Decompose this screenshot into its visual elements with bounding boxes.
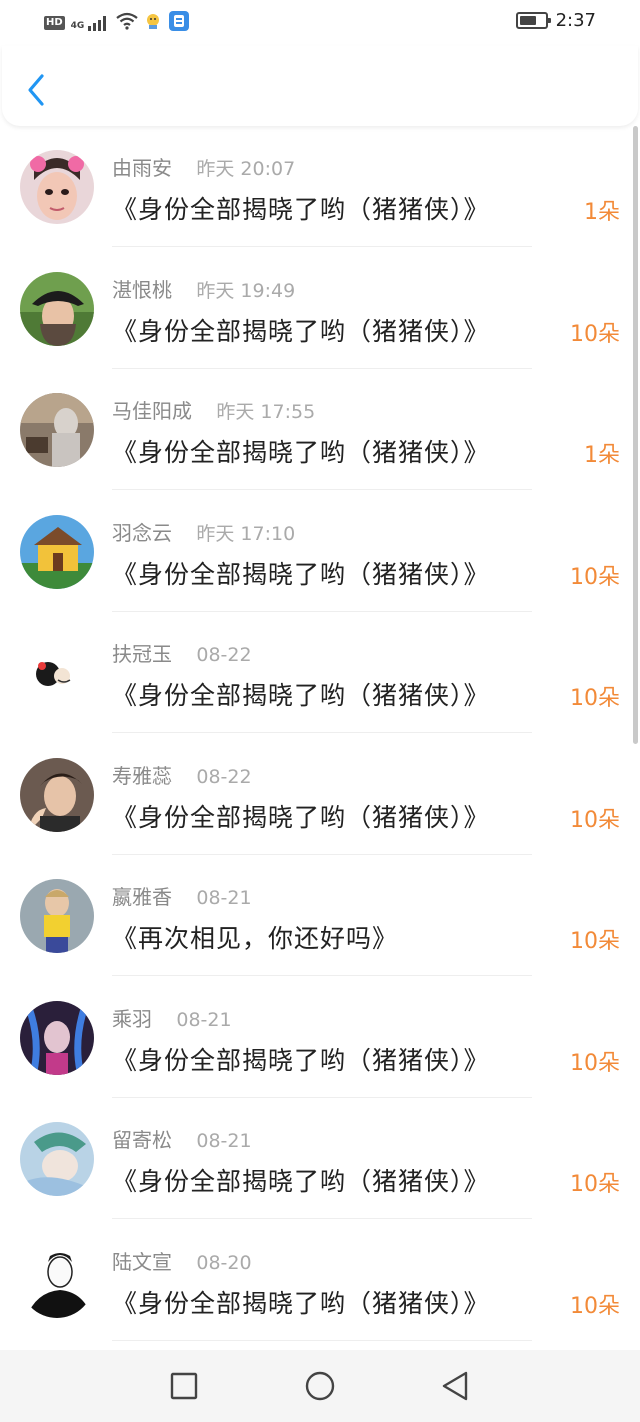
gift-amount: 10朵: [570, 807, 620, 833]
sender-name: 湛恨桃 昨天 19:49: [112, 274, 295, 303]
system-nav-bar: [0, 1350, 640, 1422]
gift-amount: 10朵: [570, 1172, 620, 1197]
send-time: 08-21: [196, 1130, 252, 1152]
avatar: [20, 514, 94, 589]
avatar: [20, 150, 94, 224]
send-time: 08-21: [176, 1008, 232, 1031]
sender-name-text: 湛恨桃: [112, 277, 172, 302]
list-item[interactable]: 马佳阳成 昨天 17:55 《身份全部揭晓了哟（猪猪侠）》 1朵: [0, 369, 640, 491]
sender-name-text: 扶冠玉: [112, 642, 172, 666]
sender-name-text: 寿雅蕊: [112, 763, 172, 788]
gift-amount: 1朵: [584, 200, 620, 225]
send-time: 昨天 17:55: [216, 401, 316, 423]
recent-apps-button[interactable]: [168, 1370, 200, 1402]
system-back-button[interactable]: [440, 1370, 472, 1402]
chevron-left-icon: [28, 74, 44, 106]
avatar: [20, 636, 94, 710]
list-item[interactable]: 寿雅蕊 08-22 《身份全部揭晓了哟（猪猪侠）》 10朵: [0, 734, 640, 856]
work-title: 《再次相见，你还好吗》: [112, 924, 399, 953]
work-title: 《身份全部揭晓了哟（猪猪侠）》: [112, 681, 490, 710]
status-icons-right: 2:37: [515, 10, 596, 31]
avatar: [20, 393, 94, 467]
work-title: 《身份全部揭晓了哟（猪猪侠）》: [112, 802, 490, 832]
header-bar: [2, 46, 638, 126]
list-item[interactable]: 留寄松 08-21 《身份全部揭晓了哟（猪猪侠）》 10朵: [0, 1098, 640, 1220]
sender-name: 扶冠玉 08-22: [112, 638, 252, 667]
divider: [112, 1339, 532, 1341]
status-icons-left: HD 4G: [44, 10, 190, 36]
gift-amount: 10朵: [570, 929, 620, 954]
sender-name-text: 陆文宣: [112, 1249, 172, 1274]
sender-name-text: 留寄松: [112, 1128, 172, 1152]
sender-name: 由雨安 昨天 20:07: [112, 152, 295, 181]
send-time: 昨天 17:10: [196, 522, 296, 545]
list-item[interactable]: 由雨安 昨天 20:07 《身份全部揭晓了哟（猪猪侠）》 1朵: [0, 126, 640, 248]
avatar: [20, 879, 94, 953]
work-title: 《身份全部揭晓了哟（猪猪侠）》: [112, 1045, 490, 1075]
avatar: [20, 271, 94, 346]
battery-icon: [515, 12, 551, 29]
send-time: 08-21: [196, 887, 252, 909]
list-item[interactable]: 扶冠玉 08-22 《身份全部揭晓了哟（猪猪侠）》 10朵: [0, 612, 640, 734]
sender-name-text: 羽念云: [112, 520, 172, 545]
avatar: [20, 1000, 94, 1075]
send-time: 08-22: [196, 644, 252, 666]
gift-amount: 10朵: [570, 1050, 620, 1076]
gift-amount: 10朵: [570, 686, 620, 711]
work-title: 《身份全部揭晓了哟（猪猪侠）》: [112, 559, 490, 589]
shield-app-icon: [168, 10, 190, 36]
work-title: 《身份全部揭晓了哟（猪猪侠）》: [112, 316, 490, 346]
home-button[interactable]: [304, 1370, 336, 1402]
send-time: 昨天 20:07: [196, 158, 296, 180]
work-title: 《身份全部揭晓了哟（猪猪侠）》: [112, 1167, 490, 1196]
sender-name-text: 由雨安: [112, 156, 172, 180]
list-item[interactable]: 嬴雅香 08-21 《再次相见，你还好吗》 10朵: [0, 855, 640, 977]
avatar: [20, 1122, 94, 1196]
avatar: [20, 1243, 94, 1318]
back-button[interactable]: [22, 72, 52, 108]
sender-name: 陆文宣 08-20: [112, 1246, 252, 1275]
avatar: [20, 757, 94, 832]
sender-name: 乘羽 08-21: [112, 1003, 232, 1032]
work-title: 《身份全部揭晓了哟（猪猪侠）》: [112, 438, 490, 467]
gift-amount: 10朵: [570, 564, 620, 590]
status-bar: HD 4G 2:37: [0, 0, 640, 44]
sender-name-text: 嬴雅香: [112, 885, 172, 909]
recent-apps-icon: [170, 1372, 198, 1400]
gift-record-list: 由雨安 昨天 20:07 《身份全部揭晓了哟（猪猪侠）》 1朵 湛恨桃 昨天 1…: [0, 126, 640, 1341]
work-title: 《身份全部揭晓了哟（猪猪侠）》: [112, 1288, 490, 1318]
gift-amount: 1朵: [584, 443, 620, 468]
scrollbar[interactable]: [633, 126, 638, 744]
sender-name: 寿雅蕊 08-22: [112, 760, 252, 789]
list-item[interactable]: 陆文宣 08-20 《身份全部揭晓了哟（猪猪侠）》 10朵: [0, 1220, 640, 1342]
list-item[interactable]: 羽念云 昨天 17:10 《身份全部揭晓了哟（猪猪侠）》 10朵: [0, 491, 640, 613]
back-icon: [442, 1371, 468, 1401]
sender-name-text: 乘羽: [112, 1006, 152, 1031]
home-icon: [305, 1371, 335, 1401]
app-notification-icon: [144, 12, 162, 34]
send-time: 08-20: [196, 1251, 252, 1274]
clock: 2:37: [555, 10, 596, 31]
gift-amount: 10朵: [570, 1293, 620, 1319]
sender-name: 羽念云 昨天 17:10: [112, 517, 295, 546]
hd-icon: HD: [44, 16, 65, 30]
signal-icon: 4G: [71, 15, 111, 31]
send-time: 昨天 19:49: [196, 279, 296, 302]
sender-name: 嬴雅香 08-21: [112, 881, 252, 910]
list-item[interactable]: 乘羽 08-21 《身份全部揭晓了哟（猪猪侠）》 10朵: [0, 977, 640, 1099]
sender-name-text: 马佳阳成: [112, 399, 192, 423]
work-title: 《身份全部揭晓了哟（猪猪侠）》: [112, 195, 490, 224]
sender-name: 马佳阳成 昨天 17:55: [112, 395, 315, 424]
network-type-label: 4G: [70, 21, 85, 31]
sender-name: 留寄松 08-21: [112, 1124, 252, 1153]
list-item[interactable]: 湛恨桃 昨天 19:49 《身份全部揭晓了哟（猪猪侠）》 10朵: [0, 248, 640, 370]
gift-amount: 10朵: [570, 321, 620, 347]
wifi-icon: [116, 12, 139, 34]
send-time: 08-22: [196, 765, 252, 788]
